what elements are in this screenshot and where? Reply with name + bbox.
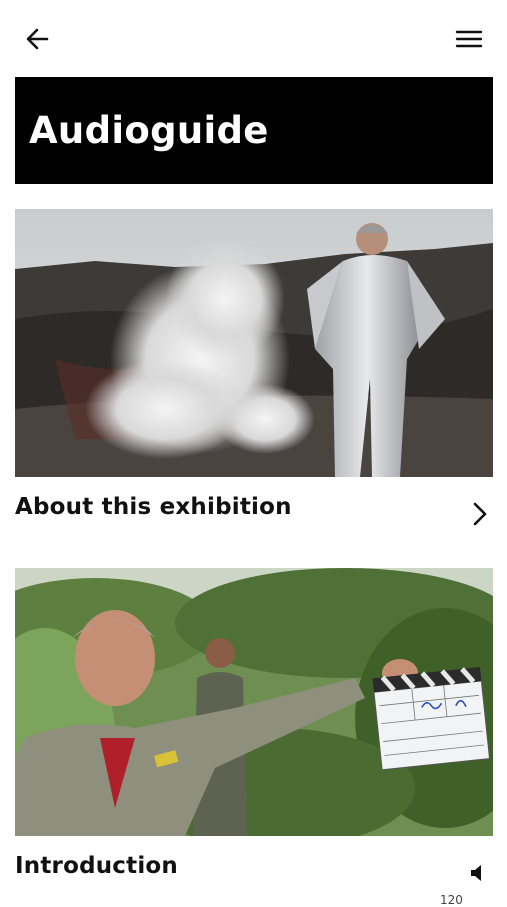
introduction-image[interactable] xyxy=(15,568,493,836)
partial-text: 120 xyxy=(440,893,463,907)
arrow-left-icon xyxy=(26,28,49,50)
jungle-photo xyxy=(15,568,493,836)
speaker-icon[interactable] xyxy=(469,863,487,883)
top-bar xyxy=(0,0,507,76)
chevron-right-icon xyxy=(473,502,487,526)
menu-button[interactable] xyxy=(452,22,486,56)
card-title: Introduction xyxy=(15,853,178,879)
card-title: About this exhibition xyxy=(15,494,292,520)
title-banner: Audioguide xyxy=(15,77,493,184)
hamburger-menu-icon xyxy=(455,30,483,48)
introduction-item[interactable]: Introduction xyxy=(15,853,493,901)
volcano-photo xyxy=(15,209,493,477)
back-button[interactable] xyxy=(22,22,56,56)
about-exhibition-item[interactable]: About this exhibition xyxy=(15,494,493,542)
page-title: Audioguide xyxy=(29,109,269,152)
exhibition-image[interactable] xyxy=(15,209,493,477)
